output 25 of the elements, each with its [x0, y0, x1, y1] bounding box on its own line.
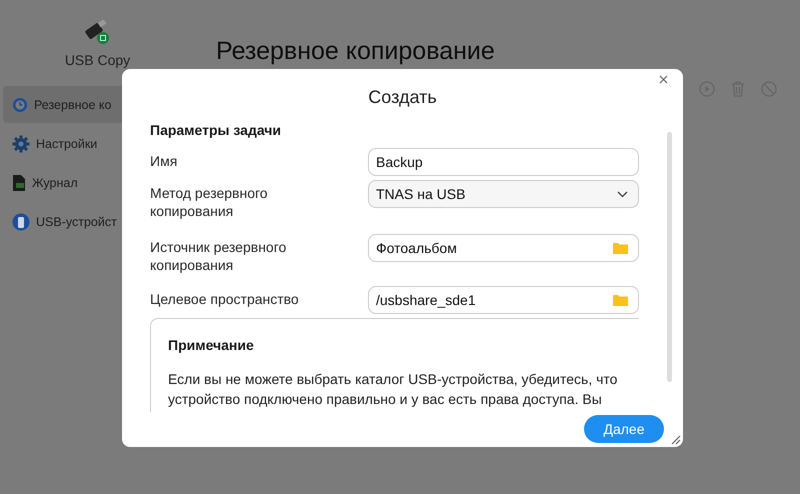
document-icon: [12, 174, 26, 192]
scrollbar[interactable]: [667, 132, 672, 382]
field-label: Целевое пространство: [150, 290, 300, 308]
usb-icon: [12, 212, 30, 230]
folder-icon[interactable]: [613, 294, 628, 306]
field-label: Метод резервного копирования: [150, 184, 269, 220]
dialog-title: Создать: [367, 87, 438, 108]
folder-icon[interactable]: [613, 242, 628, 254]
section-heading: Параметры задачи: [150, 122, 282, 138]
close-icon[interactable]: [659, 75, 668, 84]
input-field[interactable]: Backup: [368, 148, 639, 176]
page-title: Резервное копирование: [216, 37, 496, 66]
note-text: Если вы не можете выбрать каталог USB-устройства, убедитесь, что устройство подключено правильно и у вас есть права доступа. Вы: [168, 370, 618, 409]
gear-icon: [12, 134, 30, 152]
path-field[interactable]: Фотоальбом: [368, 234, 639, 262]
resize-handle-icon[interactable]: [671, 435, 681, 445]
next-button[interactable]: Далее: [584, 415, 664, 443]
clock-icon: [12, 96, 28, 112]
field-label: Источник резервного копирования: [150, 238, 288, 274]
dropdown[interactable]: TNAS на USB: [368, 180, 639, 208]
field-label: Имя: [150, 152, 178, 170]
chevron-down-icon: [617, 190, 628, 198]
note-title: Примечание: [168, 337, 255, 353]
app-name: USB Copy: [64, 52, 130, 68]
path-field[interactable]: /usbshare_sde1: [368, 286, 639, 314]
